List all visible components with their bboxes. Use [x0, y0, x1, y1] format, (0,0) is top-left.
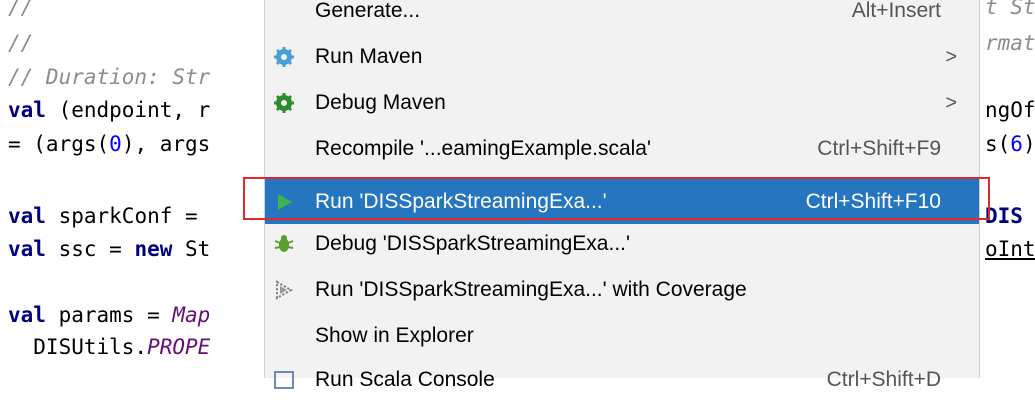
- code-line: = (args(0), args: [8, 132, 211, 156]
- code-line: val (endpoint, r: [8, 98, 211, 122]
- coverage-icon: [276, 280, 294, 300]
- context-menu: Generate... Alt+Insert Run Maven > Debug…: [264, 0, 980, 391]
- chevron-right-icon: >: [945, 46, 957, 68]
- code-line: DIS: [985, 204, 1023, 228]
- menu-item-debug-maven[interactable]: Debug Maven >: [265, 80, 979, 126]
- menu-item-generate[interactable]: Generate... Alt+Insert: [265, 0, 979, 34]
- code-line: DISUtils.PROPE: [8, 335, 211, 359]
- menu-item-run-with-coverage[interactable]: Run 'DISSparkStreamingExa...' with Cover…: [265, 267, 979, 313]
- gear-blue-icon: [274, 47, 294, 67]
- menu-item-show-in-explorer[interactable]: Show in Explorer: [265, 313, 979, 359]
- code-line: rmat: [985, 31, 1035, 55]
- code-line: val params = Map: [8, 303, 211, 327]
- code-line: t St: [985, 0, 1035, 19]
- play-icon: [278, 194, 292, 210]
- code-line: // Duration: Str: [8, 65, 211, 89]
- menu-item-run[interactable]: Run 'DISSparkStreamingExa...' Ctrl+Shift…: [265, 179, 979, 224]
- chevron-right-icon: >: [945, 92, 957, 114]
- menu-item-run-maven[interactable]: Run Maven >: [265, 34, 979, 80]
- code-line: s(6): [985, 132, 1035, 156]
- code-line: oInt: [985, 237, 1035, 261]
- code-line: ngOf: [985, 98, 1035, 122]
- menu-item-recompile[interactable]: Recompile '...eamingExample.scala' Ctrl+…: [265, 126, 979, 172]
- code-line: val ssc = new St: [8, 237, 211, 261]
- code-line: //: [8, 0, 34, 19]
- menu-item-run-scala-console[interactable]: Run Scala Console Ctrl+Shift+D: [265, 357, 979, 403]
- menu-item-debug[interactable]: Debug 'DISSparkStreamingExa...': [265, 221, 979, 267]
- code-line: val sparkConf =: [8, 204, 198, 228]
- console-icon: [274, 371, 294, 389]
- bug-icon: [274, 235, 294, 252]
- gear-green-icon: [274, 93, 294, 113]
- code-line: //: [8, 31, 34, 55]
